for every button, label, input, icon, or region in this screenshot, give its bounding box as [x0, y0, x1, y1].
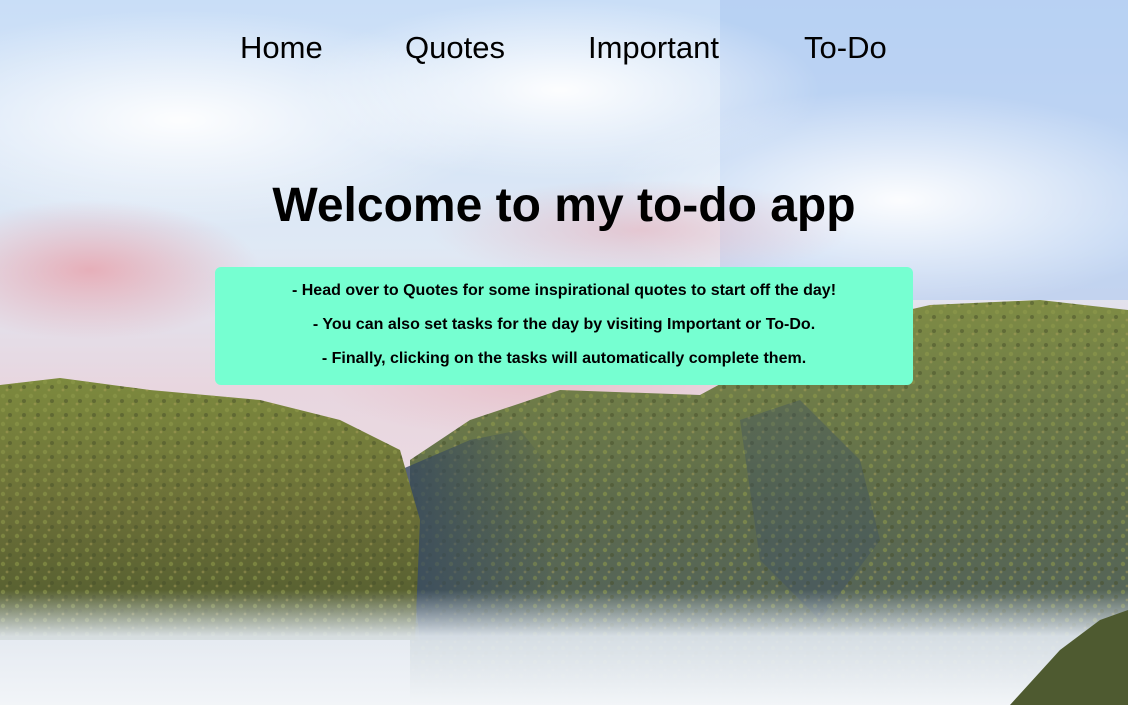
info-line-complete: - Finally, clicking on the tasks will au…	[321, 350, 807, 367]
info-line-quotes: - Head over to Quotes for some inspirati…	[291, 282, 837, 299]
nav-quotes-link[interactable]: Quotes	[405, 28, 505, 68]
nav-todo-link[interactable]: To-Do	[804, 28, 887, 68]
nav-home-link[interactable]: Home	[240, 28, 323, 68]
nav-important-link[interactable]: Important	[588, 28, 719, 68]
info-line-tasks: - You can also set tasks for the day by …	[312, 316, 816, 333]
info-box: - Head over to Quotes for some inspirati…	[215, 267, 913, 385]
page-title: Welcome to my to-do app	[272, 179, 856, 232]
